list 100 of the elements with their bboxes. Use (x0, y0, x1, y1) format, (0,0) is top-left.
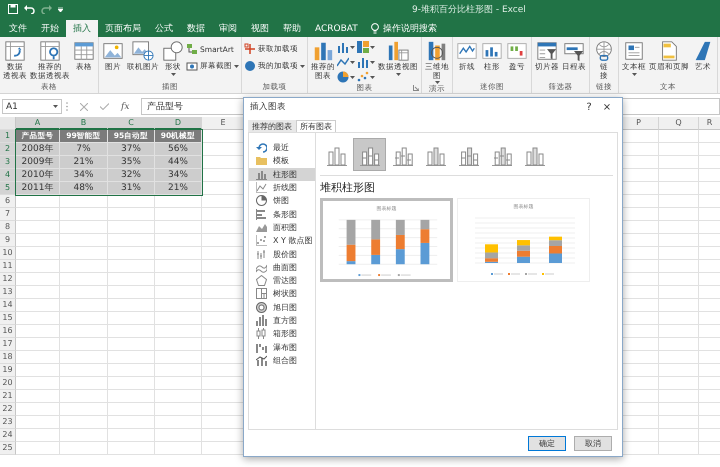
row-header[interactable]: 20 (0, 377, 16, 390)
row-header[interactable]: 12 (0, 273, 16, 286)
chart-type-item[interactable]: 面积图 (249, 220, 315, 234)
dialog-tab[interactable]: 推荐的图表 (248, 120, 296, 132)
row-header[interactable]: 24 (0, 429, 16, 442)
treemap-chart-icon (256, 288, 267, 300)
chart-type-item[interactable]: 直方图 (249, 314, 315, 328)
tell-me-search[interactable]: 操作说明搜索 (370, 20, 437, 37)
row-header[interactable]: 6 (0, 195, 16, 208)
dialog-tab[interactable]: 所有图表 (296, 120, 336, 132)
name-box[interactable]: A1 (2, 99, 62, 114)
chart-type-item[interactable]: 柱形图 (249, 168, 315, 181)
save-icon[interactable] (8, 4, 18, 14)
enter-icon[interactable] (100, 103, 109, 110)
row-header[interactable]: 11 (0, 260, 16, 273)
row-header[interactable]: 9 (0, 234, 16, 247)
row-header[interactable]: 21 (0, 390, 16, 403)
insert-function-button[interactable]: fx (121, 102, 137, 112)
chart-type-item[interactable]: 雷达图 (249, 274, 315, 288)
row-header[interactable]: 19 (0, 364, 16, 377)
ribbon-tab[interactable]: ACROBAT (308, 20, 365, 37)
table-cell: 34% (155, 169, 202, 182)
chart-type-item[interactable]: 模板 (249, 154, 315, 168)
customize-icon[interactable] (58, 6, 63, 12)
chart-type-item[interactable]: 瀑布图 (249, 340, 315, 354)
scatter-chart-button[interactable] (357, 71, 376, 83)
ribbon-tab[interactable]: 数据 (180, 20, 212, 37)
table-cell: 48% (60, 182, 108, 195)
line-chart-icon (337, 56, 349, 68)
ribbon-tab[interactable]: 公式 (148, 20, 180, 37)
win-loss-chart-icon (506, 40, 528, 62)
row-header[interactable]: 1 (0, 130, 16, 143)
ribbon-tab[interactable]: 帮助 (276, 20, 308, 37)
row-header[interactable]: 2 (0, 143, 16, 156)
bar-chart-icon (256, 208, 267, 220)
row-header[interactable]: 10 (0, 247, 16, 260)
chart-type-item[interactable]: 条形图 (249, 207, 315, 221)
column-header[interactable]: A (16, 117, 60, 130)
row-header[interactable]: 18 (0, 351, 16, 364)
folder-icon (256, 155, 267, 166)
row-header[interactable]: 4 (0, 169, 16, 182)
chart-type-item[interactable]: 树状图 (249, 287, 315, 301)
row-header[interactable]: 8 (0, 221, 16, 234)
help-button[interactable]: ? (580, 102, 598, 112)
chart-type-item[interactable]: 旭日图 (249, 300, 315, 314)
chart-type-item[interactable]: 最近 (249, 141, 315, 154)
screenshot-icon (186, 60, 198, 72)
chart-type-item[interactable]: 组合图 (249, 354, 315, 368)
row-header[interactable]: 17 (0, 338, 16, 351)
area-chart-icon (256, 222, 267, 233)
dialog-button[interactable]: 取消 (574, 436, 612, 450)
row-header[interactable]: 22 (0, 403, 16, 416)
combo-chart-icon (256, 354, 267, 366)
row-header[interactable]: 16 (0, 325, 16, 338)
row-header[interactable]: 14 (0, 299, 16, 312)
column-chart-icon (337, 41, 349, 53)
hierarchy-chart-button[interactable] (357, 41, 376, 53)
column-chart-button[interactable] (337, 41, 356, 53)
chart-type-item[interactable]: 股价图 (249, 247, 315, 261)
line-chart-button[interactable] (337, 56, 356, 68)
ribbon-tab[interactable]: 文件 (2, 20, 34, 37)
table-cell: 32% (108, 169, 155, 182)
column-header[interactable]: E (202, 117, 245, 130)
cancel-icon[interactable] (80, 102, 88, 110)
scatter-chart-icon (357, 71, 369, 83)
caret-icon (370, 46, 375, 48)
row-header[interactable]: 15 (0, 312, 16, 325)
pie-chart-button[interactable] (337, 71, 356, 83)
row-header[interactable]: 5 (0, 182, 16, 195)
shapes-icon (162, 40, 184, 62)
dialog-launcher-icon[interactable] (413, 85, 419, 91)
text-box-icon (623, 40, 645, 62)
row-header[interactable]: 3 (0, 156, 16, 169)
dialog-button[interactable]: 确定 (528, 436, 566, 450)
row-header[interactable]: 23 (0, 416, 16, 429)
ribbon-tab[interactable]: 页面布局 (98, 20, 148, 37)
row-header[interactable]: 25 (0, 442, 16, 455)
chart-type-item[interactable]: 箱形图 (249, 327, 315, 340)
column-header[interactable]: R (699, 117, 720, 130)
row-header[interactable]: 13 (0, 286, 16, 299)
column-header[interactable]: Q (659, 117, 699, 130)
column-header[interactable]: C (108, 117, 155, 130)
statistic-chart-icon (357, 56, 369, 68)
redo-icon[interactable] (41, 4, 52, 14)
ribbon-tab[interactable]: 视图 (244, 20, 276, 37)
column-header[interactable]: D (155, 117, 202, 130)
chart-type-item[interactable]: 折线图 (249, 180, 315, 194)
row-header[interactable]: 7 (0, 208, 16, 221)
close-button[interactable]: × (598, 102, 616, 112)
ribbon-tab[interactable]: 开始 (34, 20, 66, 37)
chart-type-item[interactable]: X Y 散点图 (249, 234, 315, 248)
chart-subtype-option[interactable] (353, 138, 386, 171)
ribbon-tab[interactable]: 插入 (66, 20, 98, 37)
undo-icon[interactable] (24, 4, 35, 14)
chart-type-item[interactable]: 饼图 (249, 194, 315, 208)
caret-icon (350, 60, 355, 64)
statistic-chart-button[interactable] (357, 56, 376, 68)
chart-type-item[interactable]: 曲面图 (249, 260, 315, 274)
column-header[interactable]: B (60, 117, 108, 130)
ribbon-tab[interactable]: 审阅 (212, 20, 244, 37)
